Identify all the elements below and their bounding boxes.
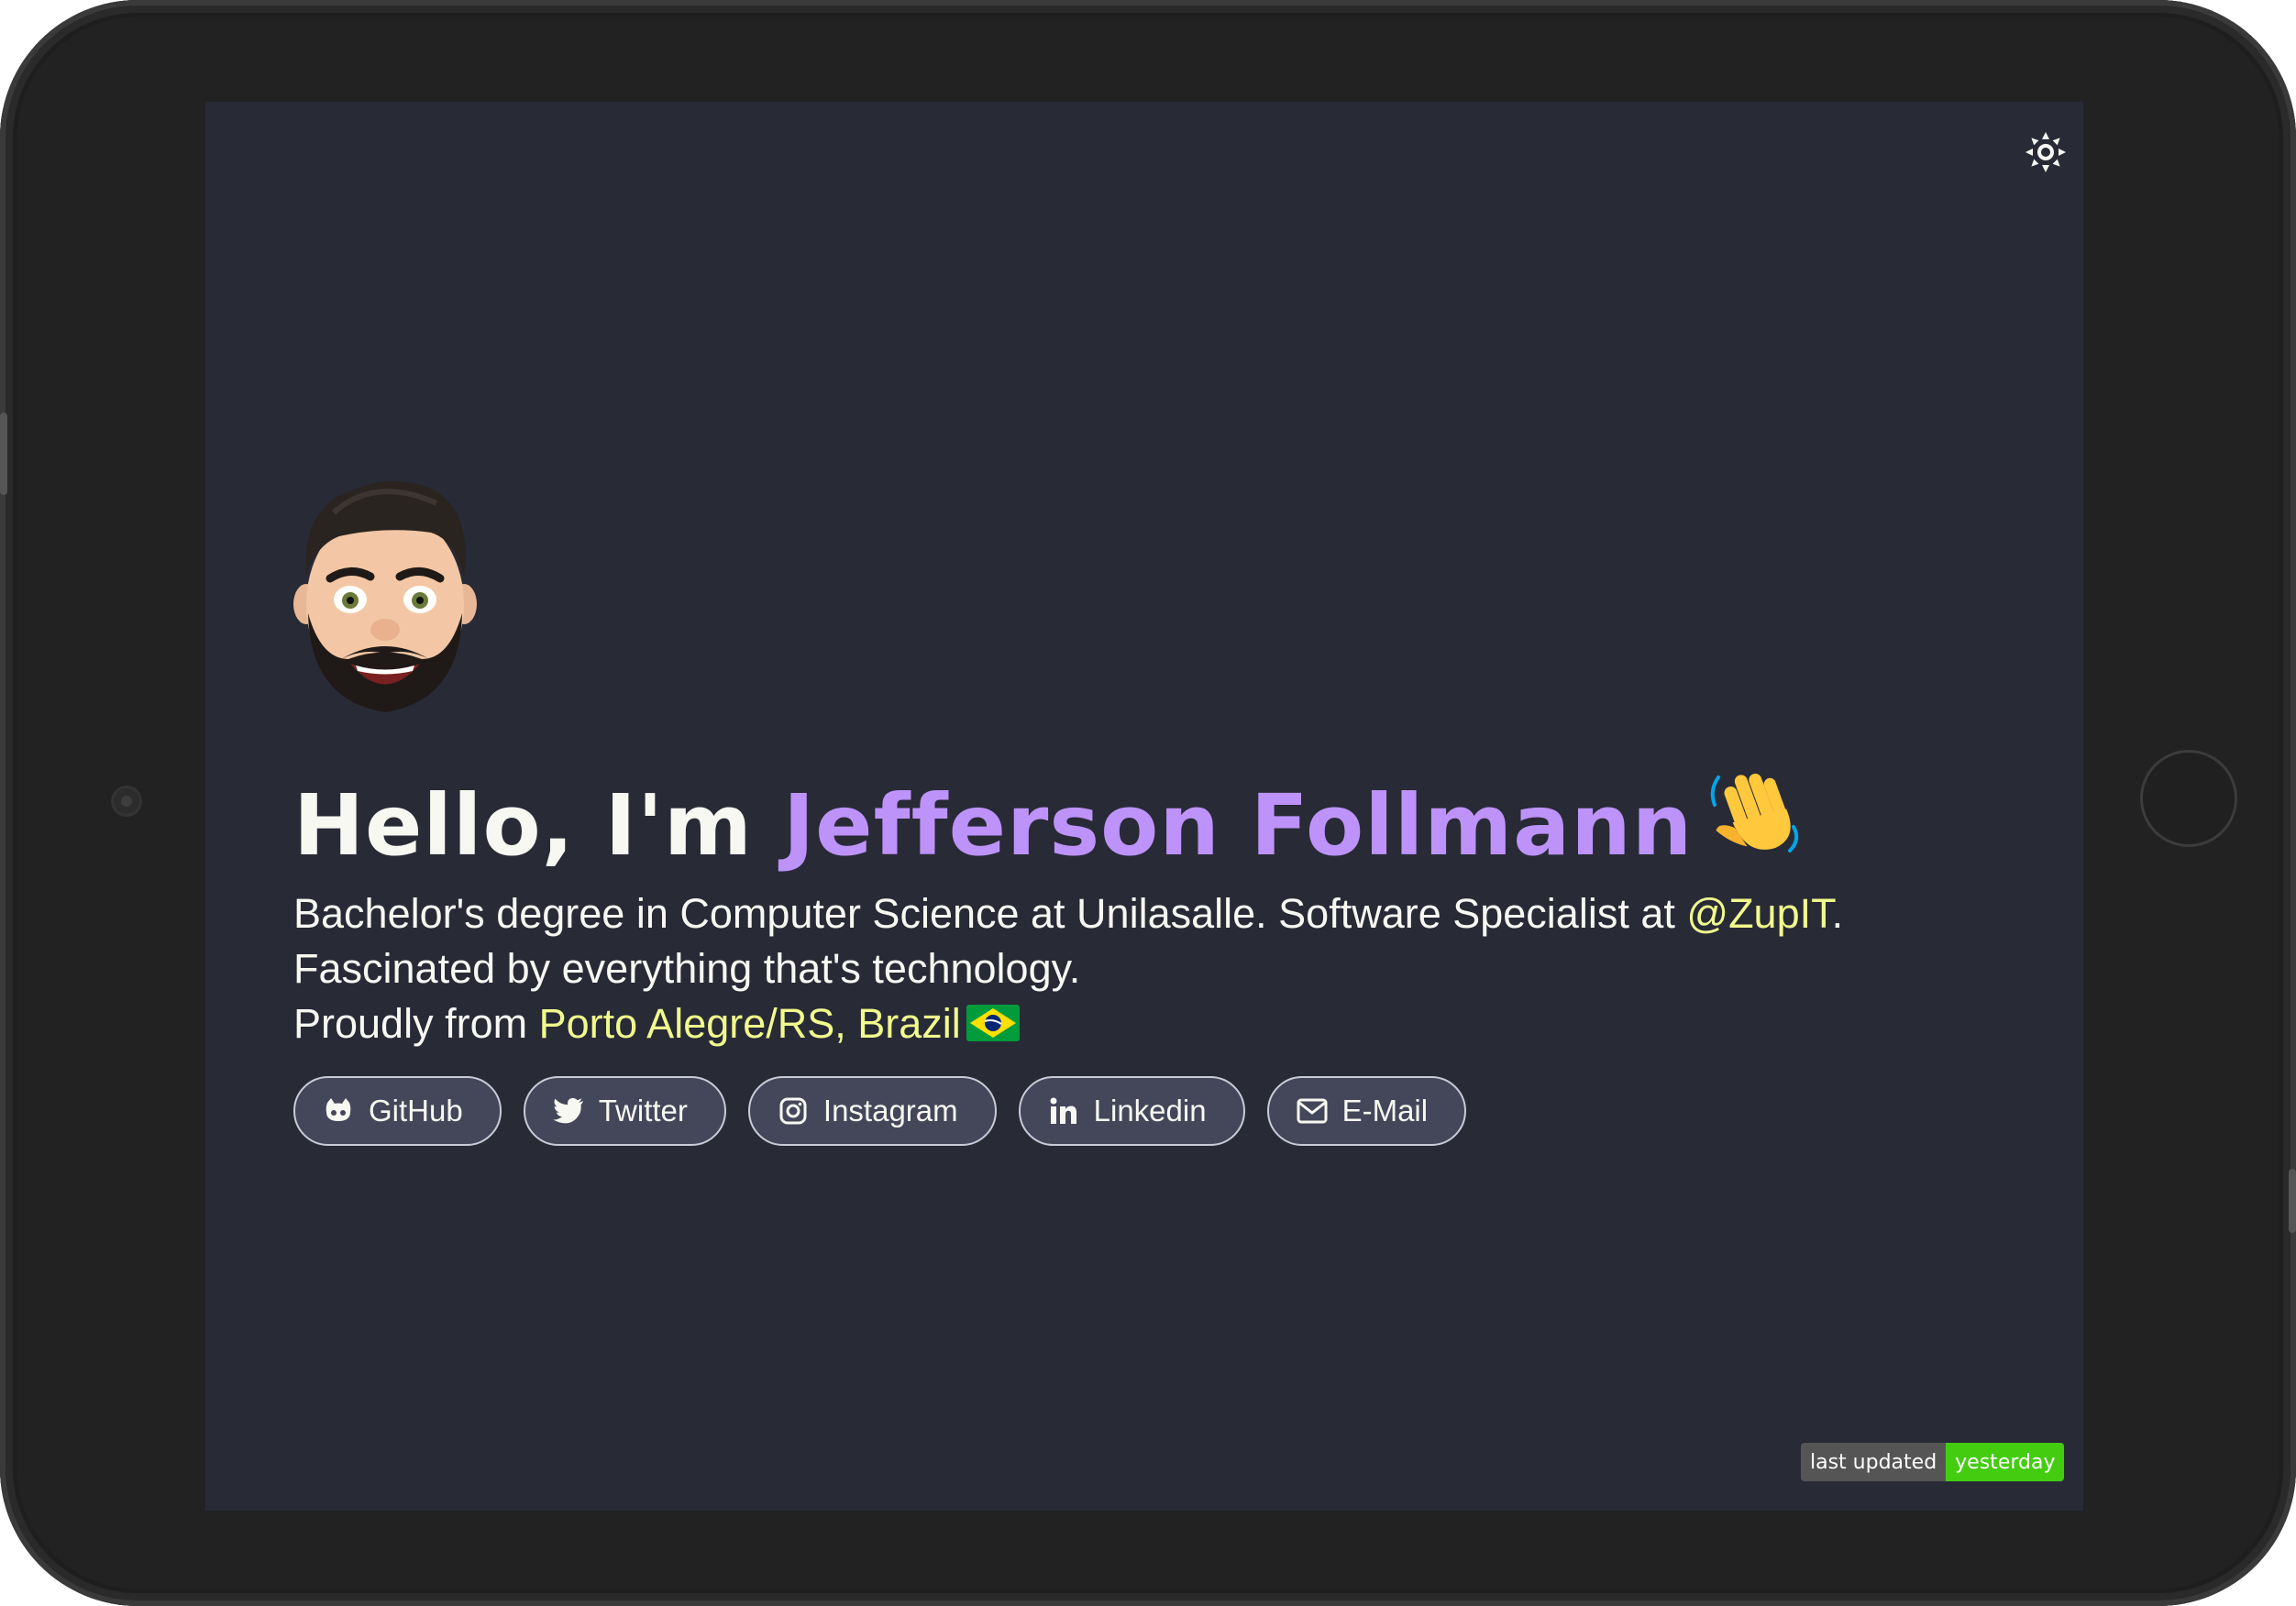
bio-line-3-text: Proudly from	[293, 1000, 528, 1047]
linkedin-label: Linkedin	[1093, 1094, 1207, 1128]
linkedin-button[interactable]: Linkedin	[1018, 1076, 1245, 1146]
twitter-button[interactable]: Twitter	[523, 1076, 726, 1146]
home-button[interactable]	[2140, 750, 2237, 847]
github-button[interactable]: GitHub	[293, 1076, 502, 1146]
name-text: Jefferson Follmann	[782, 776, 1694, 874]
tablet-frame: Hello, I'm Jefferson Follmann Bachelor's	[0, 0, 2296, 1606]
front-camera	[114, 788, 139, 814]
bio-line-3: Proudly from Porto Alegre/RS, Brazil	[293, 996, 2036, 1055]
github-icon	[323, 1095, 354, 1127]
memoji-avatar-icon	[293, 480, 477, 712]
waving-hand-icon	[1705, 759, 1806, 886]
github-label: GitHub	[369, 1094, 463, 1128]
volume-button	[0, 412, 7, 495]
brazil-flag-icon	[966, 1000, 1020, 1055]
instagram-icon	[778, 1095, 809, 1127]
screen: Hello, I'm Jefferson Follmann Bachelor's	[205, 102, 2083, 1511]
bio-line-1-text: Bachelor's degree in Computer Science at…	[293, 890, 1675, 937]
social-links: GitHub Twitter Instagram Linkedin E-Mail	[293, 1076, 1467, 1146]
instagram-button[interactable]: Instagram	[747, 1076, 997, 1146]
twitter-label: Twitter	[598, 1094, 688, 1128]
badge-value: yesterday	[1946, 1443, 2065, 1481]
bio-line-2: Fascinated by everything that's technolo…	[293, 945, 1081, 992]
badge-label: last updated	[1801, 1443, 1947, 1481]
bio-line-1: Bachelor's degree in Computer Science at…	[293, 886, 2036, 941]
theme-toggle-button[interactable]	[2023, 129, 2069, 175]
last-updated-badge: last updated yesterday	[1801, 1443, 2065, 1481]
mail-icon	[1297, 1095, 1328, 1127]
linkedin-icon	[1048, 1095, 1079, 1127]
zupit-link[interactable]: @ZupIT	[1686, 890, 1831, 937]
instagram-label: Instagram	[822, 1094, 958, 1128]
twitter-icon	[552, 1095, 584, 1127]
greeting-text: Hello, I'm	[293, 776, 753, 874]
bio-line-1-end: .	[1831, 890, 1844, 937]
power-button	[2289, 1169, 2296, 1233]
intro-section: Hello, I'm Jefferson Follmann Bachelor's	[293, 759, 2036, 1055]
sun-icon	[2026, 132, 2066, 172]
email-label: E-Mail	[1341, 1094, 1429, 1128]
page-title: Hello, I'm Jefferson Follmann	[293, 759, 2036, 886]
location-text: Porto Alegre/RS, Brazil	[538, 1000, 961, 1047]
avatar	[293, 476, 477, 714]
email-button[interactable]: E-Mail	[1266, 1076, 1467, 1146]
